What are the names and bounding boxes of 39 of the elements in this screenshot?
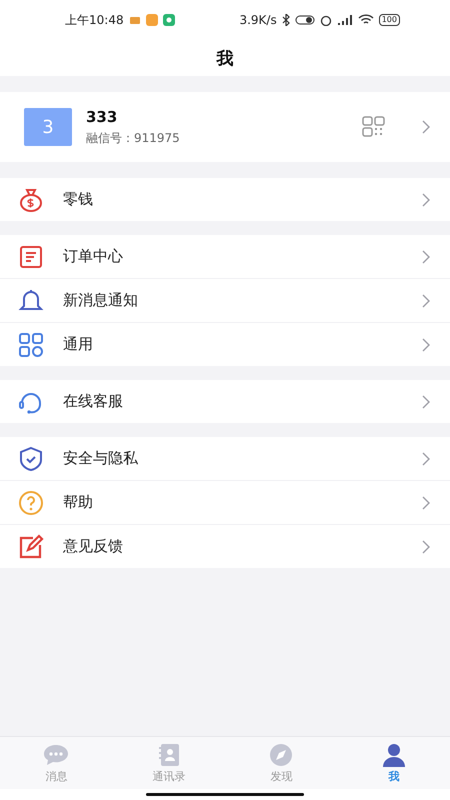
bluetooth-icon [282, 14, 290, 26]
menu-item[interactable]: 在线客服 [0, 380, 450, 423]
document-icon [18, 244, 44, 270]
qr-code-icon[interactable] [362, 116, 386, 138]
chevron-right-icon [422, 394, 430, 408]
chat-bubble-icon [43, 742, 70, 766]
menu-item[interactable]: 意见反馈 [0, 524, 450, 568]
chevron-right-icon [422, 294, 430, 308]
compass-icon [269, 742, 294, 766]
user-name: 333 [86, 108, 118, 126]
menu-item[interactable]: 订单中心 [0, 235, 450, 278]
chevron-right-icon [422, 338, 430, 352]
network-speed: 3.9K/s [239, 13, 277, 27]
signal-icon [336, 14, 353, 26]
battery-icon: 100 [378, 14, 400, 26]
menu-item[interactable]: 通用 [0, 322, 450, 366]
help-icon [18, 490, 44, 516]
wifi-icon [358, 14, 374, 26]
edit-icon [18, 534, 44, 560]
chevron-right-icon [422, 452, 430, 466]
menu-item[interactable]: 安全与隐私 [0, 437, 450, 480]
chevron-right-icon [422, 192, 430, 206]
status-time: 上午10:48 [65, 12, 124, 28]
user-id: 融信号：911975 [86, 130, 181, 146]
alarm-icon [320, 14, 332, 26]
grid-icon [18, 332, 44, 358]
menu-item[interactable]: 新消息通知 [0, 278, 450, 322]
toggle-icon [294, 15, 315, 25]
menu-item[interactable]: 帮助 [0, 480, 450, 524]
address-book-icon [158, 742, 180, 766]
money-bag-icon [18, 186, 44, 212]
shield-icon [18, 446, 44, 472]
menu-item[interactable]: 零钱 [0, 178, 450, 221]
chevron-right-icon [422, 540, 430, 554]
chevron-right-icon [422, 250, 430, 264]
chevron-right-icon [422, 496, 430, 510]
page-title: 我 [216, 48, 234, 70]
chevron-right-icon [422, 120, 430, 134]
person-icon [382, 742, 406, 766]
